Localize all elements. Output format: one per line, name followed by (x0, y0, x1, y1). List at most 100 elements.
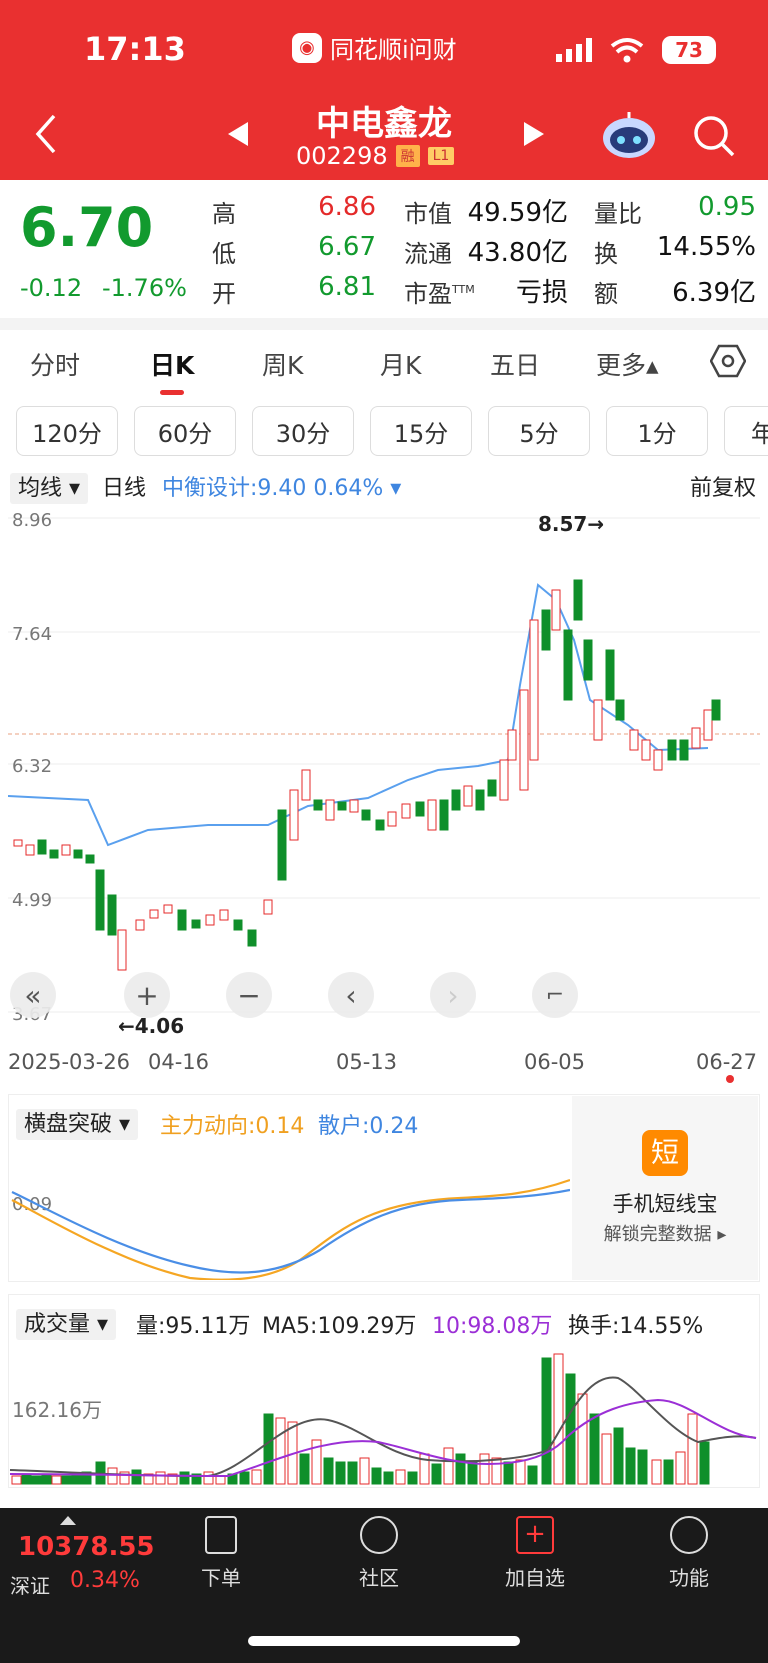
nav-add-watchlist[interactable]: + 加自选 (490, 1516, 580, 1591)
volume-bar (61, 1475, 72, 1485)
zoom-in-button[interactable]: + (124, 972, 170, 1018)
x-date-3: 05-13 (336, 1050, 398, 1074)
candle (233, 919, 243, 931)
y-label-2: 7.64 (12, 624, 53, 645)
nav-community[interactable]: 社区 (334, 1516, 424, 1591)
candle (25, 844, 35, 856)
candle (361, 809, 371, 821)
period-120min[interactable]: 120分 (16, 406, 118, 456)
x-date-1: 2025-03-26 (8, 1050, 131, 1074)
candle (277, 809, 287, 881)
candle (49, 849, 59, 859)
nav-functions-label: 功能 (669, 1566, 709, 1590)
candle (13, 839, 23, 847)
x-date-4: 06-05 (524, 1050, 586, 1074)
index-name: 深证 (10, 1574, 50, 1598)
amount-label: 额 (594, 280, 618, 308)
price-change-pct: -1.76% (102, 274, 187, 302)
settings-hexagon-icon[interactable] (710, 344, 746, 378)
tab-daily-k[interactable]: 日K (150, 346, 194, 382)
y-label-3: 6.32 (12, 756, 53, 777)
volume-bar (179, 1471, 190, 1485)
open-label: 开 (212, 280, 236, 308)
volume-bar (335, 1461, 346, 1485)
y-label-top: 8.96 (12, 510, 53, 531)
search-icon[interactable] (692, 114, 736, 158)
volume-bar (699, 1441, 710, 1485)
candle (519, 689, 529, 791)
volume-bar (251, 1469, 262, 1485)
period-15min[interactable]: 15分 (370, 406, 472, 456)
stock-code-row: 002298 融 L1 (296, 142, 455, 170)
candle (61, 844, 71, 856)
candle (149, 909, 159, 919)
volume-bar (637, 1449, 648, 1485)
volume-bar (275, 1417, 286, 1485)
candle (641, 739, 651, 761)
add-watchlist-icon: + (516, 1516, 554, 1554)
next-stock-icon[interactable] (522, 120, 546, 148)
adjust-mode[interactable]: 前复权 (690, 470, 756, 502)
indicator-name: 横盘突破 (24, 1112, 113, 1137)
candle (85, 854, 95, 864)
status-time: 17:13 (84, 30, 186, 68)
volume-bar (383, 1471, 394, 1485)
index-pct: 0.34% (70, 1568, 140, 1593)
candle (593, 699, 603, 741)
design-indicator[interactable]: 中衡设计:9.40 0.64% ▾ (162, 470, 401, 502)
scroll-right-button[interactable]: › (430, 972, 476, 1018)
ma-dropdown-label: 均线 (18, 476, 63, 501)
volume-bar (155, 1471, 166, 1485)
nav-add-watchlist-label: 加自选 (505, 1566, 565, 1590)
candle (653, 749, 663, 771)
main-force-label: 主力动向:0.14 (160, 1114, 305, 1139)
period-30min[interactable]: 30分 (252, 406, 354, 456)
candle (219, 909, 229, 921)
volume-bar (553, 1353, 564, 1485)
tab-monthly-k[interactable]: 月K (380, 346, 421, 382)
fullscreen-button[interactable]: ⌐ (532, 972, 578, 1018)
volume-bar (131, 1469, 142, 1485)
indicator-dropdown[interactable]: 横盘突破 ▾ (16, 1106, 139, 1140)
period-1min[interactable]: 1分 (606, 406, 708, 456)
app-header: 17:13 ◉ 同花顺i问财 73 中电鑫龙 002298 融 L1 (0, 0, 768, 180)
tab-intraday[interactable]: 分时 (30, 346, 80, 382)
period-year[interactable]: 年 (724, 406, 768, 456)
volume-bar (651, 1459, 662, 1485)
candle (463, 785, 473, 807)
volume-bar (299, 1453, 310, 1485)
app-logo-icon: ◉ (292, 32, 322, 63)
tab-more[interactable]: 更多▴ (596, 346, 659, 382)
candle (337, 801, 347, 811)
volume-bar (431, 1463, 442, 1485)
volume-bar (107, 1467, 118, 1485)
volume-bar (371, 1467, 382, 1485)
period-60min[interactable]: 60分 (134, 406, 236, 456)
index-expand-icon[interactable] (60, 1516, 76, 1525)
nav-functions[interactable]: 功能 (644, 1516, 734, 1591)
volume-bar (407, 1471, 418, 1485)
tab-five-day[interactable]: 五日 (490, 346, 540, 382)
candle (439, 799, 449, 831)
volume-bar (263, 1413, 274, 1485)
robot-assistant-icon[interactable] (600, 112, 658, 160)
scroll-left-fast-button[interactable]: « (10, 972, 56, 1018)
volume-bar (589, 1413, 600, 1485)
candle (117, 929, 127, 971)
kline-chart[interactable] (8, 500, 760, 1040)
nav-order[interactable]: 下单 (176, 1516, 266, 1591)
scroll-left-button[interactable]: ‹ (328, 972, 374, 1018)
volume-bar (479, 1453, 490, 1485)
zoom-out-button[interactable]: − (226, 972, 272, 1018)
period-5min[interactable]: 5分 (488, 406, 590, 456)
wifi-icon (610, 38, 644, 63)
candle (605, 649, 615, 701)
volume-bar (675, 1451, 686, 1485)
low-value: 6.67 (318, 232, 376, 262)
ma-dropdown[interactable]: 均线 ▾ (10, 470, 89, 504)
tab-weekly-k[interactable]: 周K (262, 346, 303, 382)
candle (475, 789, 485, 811)
index-value[interactable]: 10378.55 (18, 1532, 155, 1562)
turnover-value: 14.55% (656, 232, 756, 262)
promo-subtitle: 解锁完整数据 ▸ (603, 1224, 727, 1245)
